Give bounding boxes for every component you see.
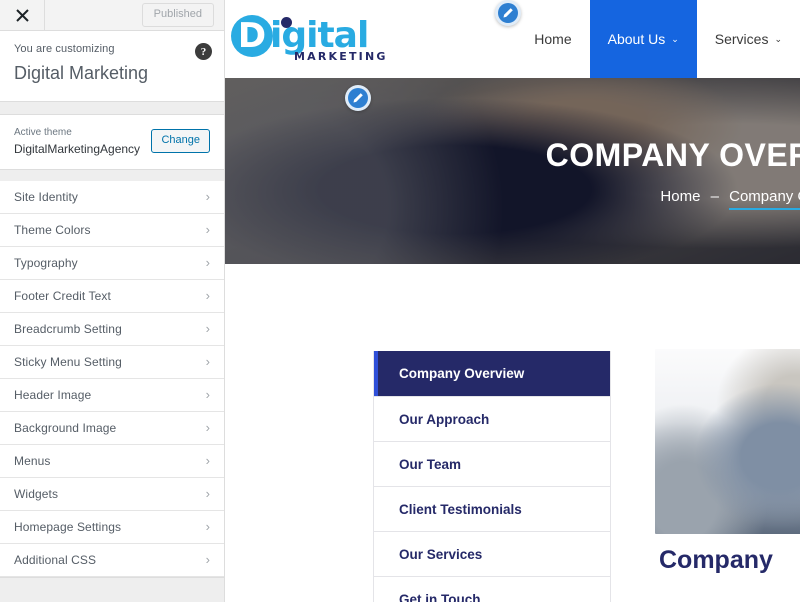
sidebar-item-homepage-settings[interactable]: Homepage Settings › <box>0 510 224 544</box>
sidebar-item-label: Sticky Menu Setting <box>14 354 122 369</box>
nav-item-label: About Us <box>607 31 666 47</box>
sidebar-footer-area <box>0 576 224 602</box>
tab-label: Our Team <box>399 456 462 472</box>
logo-dot-icon <box>281 17 292 28</box>
sidebar-item-typography[interactable]: Typography › <box>0 246 224 280</box>
customizer-topbar: Published <box>0 0 224 31</box>
hero-banner: COMPANY OVERVIEW Home – Company Overview <box>225 78 800 264</box>
hero-content: COMPANY OVERVIEW Home – Company Overview <box>225 78 800 264</box>
site-nav: Home About Us ⌄ Services ⌄ <box>388 0 800 78</box>
sidebar-item-label: Breadcrumb Setting <box>14 321 122 336</box>
site-name: Digital Marketing <box>14 62 149 83</box>
pencil-icon <box>352 92 364 104</box>
change-theme-button[interactable]: Change <box>151 129 210 154</box>
sidebar-item-background-image[interactable]: Background Image › <box>0 411 224 445</box>
tab-label: Client Testimonials <box>399 501 522 517</box>
chevron-right-icon: › <box>205 552 210 568</box>
sidebar-item-label: Homepage Settings <box>14 519 122 534</box>
chevron-right-icon: › <box>205 387 210 403</box>
sidebar-item-label: Header Image <box>14 387 92 402</box>
section-heading: Company <box>659 546 773 574</box>
tab-get-in-touch[interactable]: Get in Touch <box>374 576 610 602</box>
publish-button[interactable]: Published <box>141 2 214 28</box>
tab-label: Company Overview <box>399 366 525 381</box>
tab-our-approach[interactable]: Our Approach <box>374 396 610 441</box>
logo-subtitle: MARKETING <box>294 50 388 63</box>
nav-item-label: Services <box>714 31 769 47</box>
customizer-title-block: You are customizing Digital Marketing ? <box>0 31 224 102</box>
nav-item-label: Home <box>534 31 572 47</box>
chevron-down-icon: ⌄ <box>774 33 782 44</box>
customizer-panel-list: Site Identity › Theme Colors › Typograph… <box>0 180 224 577</box>
sidebar-item-label: Additional CSS <box>14 552 97 567</box>
logo-initial: D <box>231 15 273 57</box>
tab-label: Our Services <box>399 546 483 562</box>
sidebar-gap-1 <box>0 101 224 114</box>
chevron-right-icon: › <box>205 189 210 205</box>
breadcrumb-separator: – <box>710 188 719 205</box>
customizer-screen: Published You are customizing Digital Ma… <box>0 0 800 602</box>
sidebar-item-label: Theme Colors <box>14 222 91 237</box>
page-content: Company Overview Our Approach Our Team C… <box>225 264 800 602</box>
chevron-right-icon: › <box>205 354 210 370</box>
sidebar-item-header-image[interactable]: Header Image › <box>0 378 224 412</box>
site-logo[interactable]: D igital MARKETING <box>225 0 388 78</box>
section-tab-list: Company Overview Our Approach Our Team C… <box>373 351 611 602</box>
active-theme-label: Active theme <box>14 126 72 138</box>
active-theme-name: DigitalMarketingAgency <box>14 141 141 156</box>
chevron-right-icon: › <box>205 288 210 304</box>
sidebar-item-label: Typography <box>14 255 78 270</box>
breadcrumb-current: Company Overview <box>729 188 800 210</box>
sidebar-item-theme-colors[interactable]: Theme Colors › <box>0 213 224 247</box>
tab-label: Get in Touch <box>399 591 481 602</box>
chevron-down-icon: ⌄ <box>671 33 679 44</box>
customizing-label: You are customizing <box>14 43 115 55</box>
chevron-right-icon: › <box>205 519 210 535</box>
nav-item-about-us[interactable]: About Us ⌄ <box>589 0 697 78</box>
sidebar-item-label: Menus <box>14 453 51 468</box>
breadcrumb: Home – Company Overview <box>660 188 800 210</box>
help-icon[interactable]: ? <box>195 43 212 60</box>
hero-title: COMPANY OVERVIEW <box>545 137 800 173</box>
tab-company-overview[interactable]: Company Overview <box>374 351 610 396</box>
sidebar-item-menus[interactable]: Menus › <box>0 444 224 478</box>
nav-item-services[interactable]: Services ⌄ <box>697 0 800 78</box>
chevron-right-icon: › <box>205 321 210 337</box>
close-customizer-button[interactable] <box>0 0 45 30</box>
tab-our-team[interactable]: Our Team <box>374 441 610 486</box>
sidebar-item-site-identity[interactable]: Site Identity › <box>0 180 224 214</box>
close-icon <box>15 8 29 22</box>
sidebar-item-widgets[interactable]: Widgets › <box>0 477 224 511</box>
pencil-icon <box>502 7 514 19</box>
tab-label: Our Approach <box>399 411 490 427</box>
sidebar-item-footer-credit-text[interactable]: Footer Credit Text › <box>0 279 224 313</box>
chevron-right-icon: › <box>205 420 210 436</box>
sidebar-item-breadcrumb-setting[interactable]: Breadcrumb Setting › <box>0 312 224 346</box>
section-image <box>655 349 800 534</box>
chevron-right-icon: › <box>205 255 210 271</box>
customizer-sidebar: Published You are customizing Digital Ma… <box>0 0 225 602</box>
sidebar-item-sticky-menu-setting[interactable]: Sticky Menu Setting › <box>0 345 224 379</box>
logo-group: D igital MARKETING <box>231 15 388 63</box>
sidebar-item-label: Site Identity <box>14 189 79 204</box>
sidebar-gap-2 <box>0 169 224 181</box>
edit-shortcut-tabs[interactable] <box>345 85 371 111</box>
edit-shortcut-header[interactable] <box>495 0 521 26</box>
chevron-right-icon: › <box>205 486 210 502</box>
sidebar-item-label: Footer Credit Text <box>14 288 111 303</box>
active-theme-row: Active theme DigitalMarketingAgency Chan… <box>0 113 224 170</box>
chevron-right-icon: › <box>205 453 210 469</box>
tab-our-services[interactable]: Our Services <box>374 531 610 576</box>
breadcrumb-home[interactable]: Home <box>660 188 700 205</box>
sidebar-item-label: Widgets <box>14 486 59 501</box>
active-theme-text: Active theme DigitalMarketingAgency <box>14 125 151 158</box>
site-preview: D igital MARKETING Home About Us ⌄ Servi… <box>225 0 800 602</box>
chevron-right-icon: › <box>205 222 210 238</box>
tab-client-testimonials[interactable]: Client Testimonials <box>374 486 610 531</box>
nav-item-home[interactable]: Home <box>516 0 589 78</box>
sidebar-item-additional-css[interactable]: Additional CSS › <box>0 543 224 577</box>
sidebar-item-label: Background Image <box>14 420 117 435</box>
